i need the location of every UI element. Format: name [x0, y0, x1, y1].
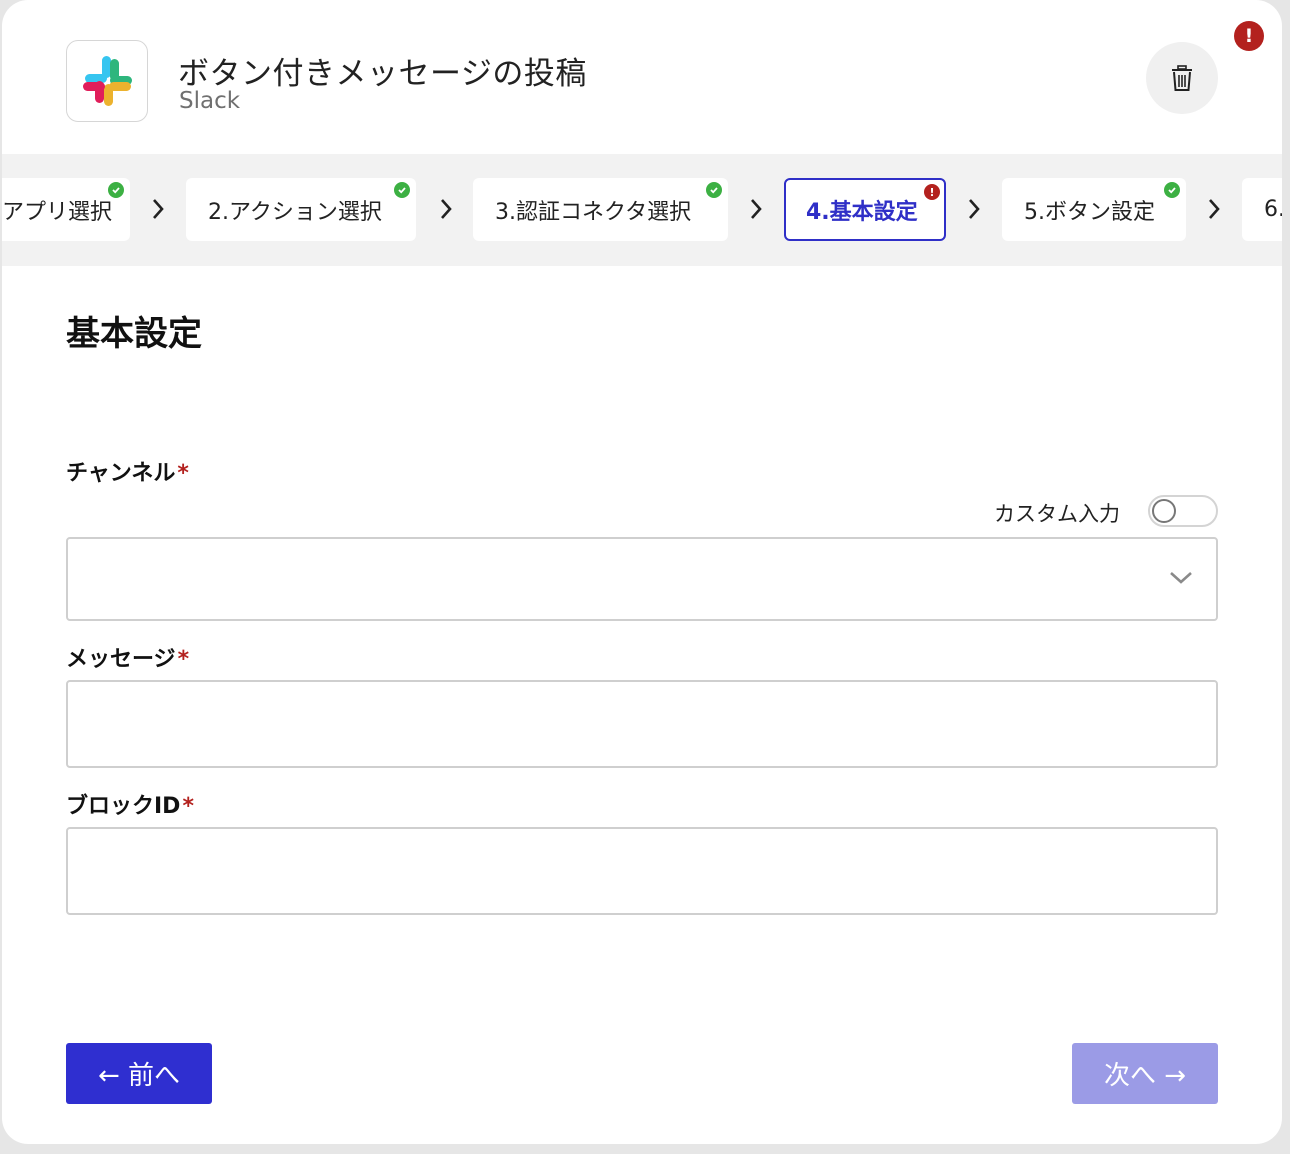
- chevron-right-icon: [751, 199, 762, 219]
- delete-button[interactable]: [1146, 42, 1218, 114]
- message-label: メッセージ*: [66, 641, 189, 673]
- next-button[interactable]: 次へ →: [1072, 1043, 1218, 1104]
- error-alert-icon: !: [1234, 21, 1264, 51]
- check-icon: [394, 182, 410, 198]
- channel-select[interactable]: [66, 537, 1218, 621]
- chevron-right-icon: [153, 199, 164, 219]
- check-icon: [1164, 182, 1180, 198]
- slack-logo-icon: [66, 40, 148, 122]
- step-label: 6.: [1264, 197, 1282, 222]
- required-mark: *: [177, 647, 190, 672]
- check-icon: [108, 182, 124, 198]
- step-label: 2.アクション選択: [208, 199, 382, 225]
- step-label: 3.認証コネクタ選択: [495, 199, 692, 225]
- chevron-right-icon: [1209, 199, 1220, 219]
- block-id-label-text: ブロックID: [66, 794, 181, 819]
- trash-icon: [1172, 65, 1192, 91]
- chevron-right-icon: [969, 199, 980, 219]
- page-title: ボタン付きメッセージの投稿: [178, 56, 587, 92]
- chevron-down-icon: [1170, 572, 1192, 584]
- step-auth-connector-select[interactable]: 3.認証コネクタ選択: [473, 178, 728, 241]
- required-mark: *: [182, 794, 194, 819]
- section-title: 基本設定: [66, 314, 202, 354]
- error-icon: !: [924, 184, 940, 200]
- channel-label-text: チャンネル: [66, 461, 176, 486]
- prev-button[interactable]: ← 前へ: [66, 1043, 212, 1104]
- app-name: Slack: [179, 88, 241, 114]
- step-label: 4.基本設定: [806, 199, 918, 225]
- step-navigation: アプリ選択 2.アクション選択 3.認証コネクタ選択 4.基本設定 ! 5.ボタ…: [2, 154, 1282, 266]
- required-mark: *: [177, 461, 189, 486]
- step-6[interactable]: 6.: [1242, 178, 1282, 241]
- message-input[interactable]: [66, 680, 1218, 768]
- step-label: アプリ選択: [2, 199, 113, 225]
- step-basic-settings[interactable]: 4.基本設定 !: [784, 178, 946, 241]
- step-button-settings[interactable]: 5.ボタン設定: [1002, 178, 1186, 241]
- toggle-knob: [1152, 499, 1176, 523]
- block-id-label: ブロックID*: [66, 788, 194, 820]
- step-label: 5.ボタン設定: [1024, 199, 1155, 225]
- channel-label: チャンネル*: [66, 455, 189, 487]
- custom-input-toggle[interactable]: [1148, 495, 1218, 527]
- custom-input-label: カスタム入力: [994, 502, 1120, 526]
- check-icon: [706, 182, 722, 198]
- step-app-select[interactable]: アプリ選択: [2, 178, 130, 241]
- dialog-card: ボタン付きメッセージの投稿 Slack ! アプリ選択 2.アクション選択 3.…: [2, 0, 1282, 1144]
- chevron-right-icon: [441, 199, 452, 219]
- step-action-select[interactable]: 2.アクション選択: [186, 178, 416, 241]
- block-id-input[interactable]: [66, 827, 1218, 915]
- message-label-text: メッセージ: [66, 647, 176, 672]
